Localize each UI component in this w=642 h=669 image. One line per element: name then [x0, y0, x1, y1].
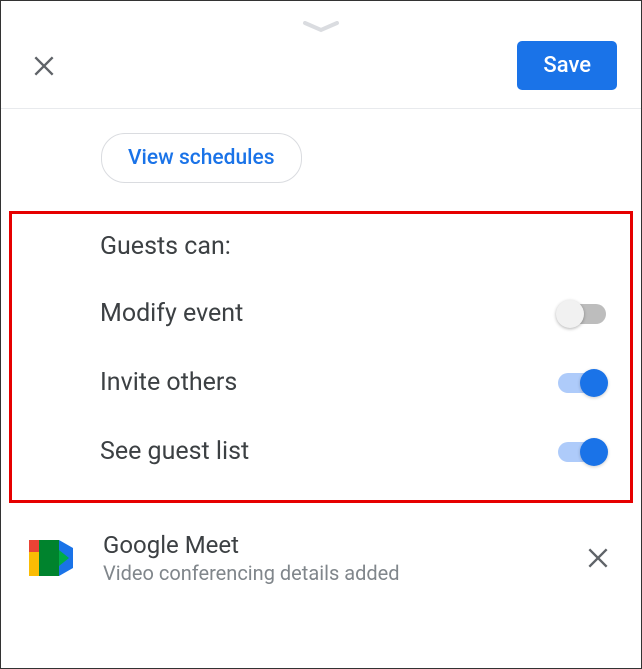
save-button[interactable]: Save: [517, 41, 617, 90]
switch-thumb: [580, 438, 608, 466]
permission-row-invite-others: Invite others: [24, 368, 618, 397]
permission-row-modify-event: Modify event: [24, 299, 618, 328]
close-button[interactable]: [25, 47, 63, 85]
permission-label: See guest list: [100, 437, 249, 466]
google-meet-icon: [29, 540, 73, 576]
remove-meet-button[interactable]: [579, 539, 617, 577]
guest-permissions-section: Guests can: Modify event Invite others S…: [9, 211, 633, 503]
invite-others-toggle[interactable]: [558, 373, 606, 393]
google-meet-title: Google Meet: [103, 531, 579, 559]
permission-label: Modify event: [100, 299, 243, 328]
drag-handle[interactable]: [1, 1, 641, 41]
permission-label: Invite others: [100, 368, 237, 397]
guests-can-title: Guests can:: [24, 232, 618, 261]
google-meet-text: Google Meet Video conferencing details a…: [103, 531, 579, 585]
chevron-down-icon: [297, 21, 345, 33]
close-icon: [585, 545, 611, 571]
see-guest-list-toggle[interactable]: [558, 442, 606, 462]
content-area: View schedules Guests can: Modify event …: [1, 109, 641, 605]
modify-event-toggle[interactable]: [558, 304, 606, 324]
switch-thumb: [580, 369, 608, 397]
header: Save: [1, 41, 641, 108]
google-meet-row: Google Meet Video conferencing details a…: [1, 503, 641, 605]
view-schedules-wrap: View schedules: [1, 133, 641, 183]
view-schedules-button[interactable]: View schedules: [101, 133, 302, 183]
close-icon: [31, 53, 57, 79]
google-meet-subtitle: Video conferencing details added: [103, 561, 579, 585]
permission-row-see-guest-list: See guest list: [24, 437, 618, 466]
switch-thumb: [556, 300, 584, 328]
